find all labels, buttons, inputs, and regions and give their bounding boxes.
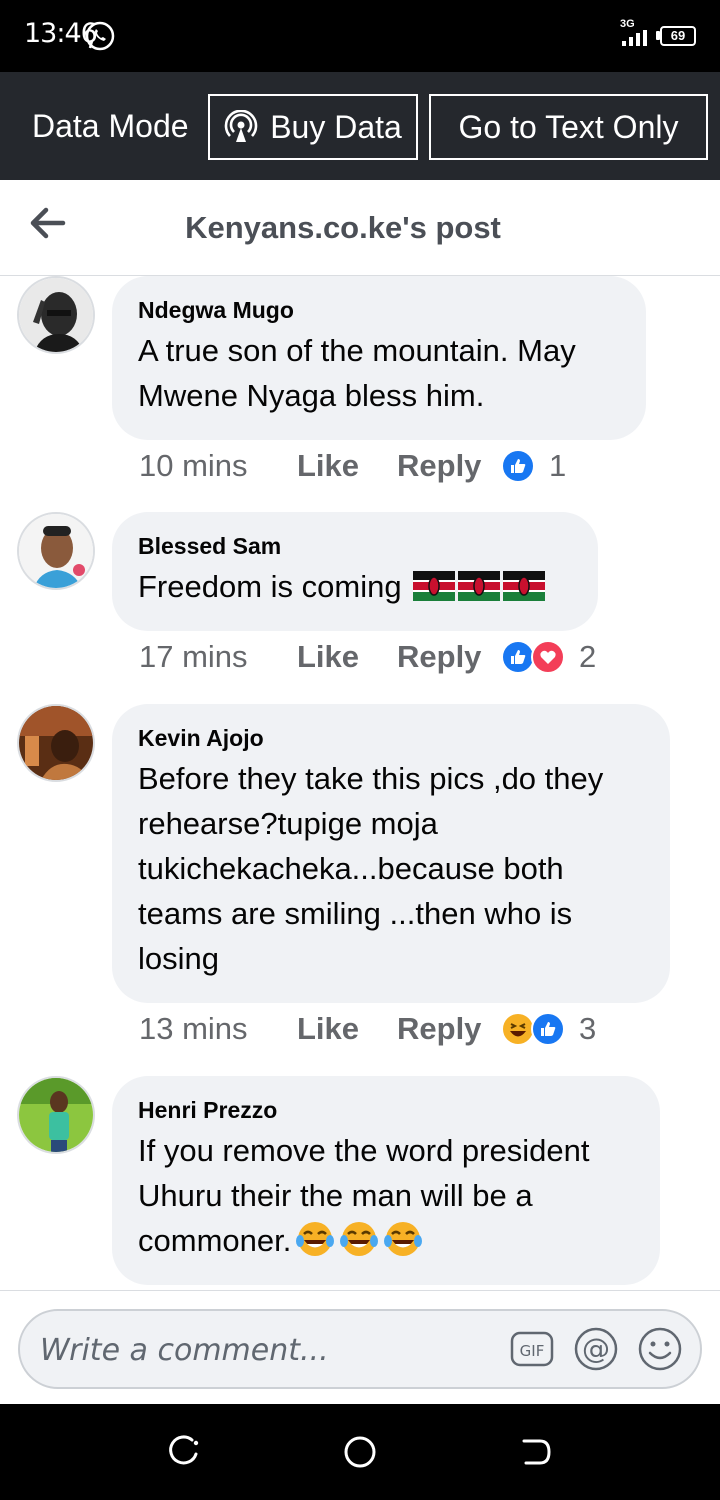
haha-reaction-icon xyxy=(501,1012,535,1046)
recent-apps-icon[interactable] xyxy=(166,1434,202,1470)
buy-data-label: Buy Data xyxy=(270,108,402,145)
tears-of-joy-icon xyxy=(384,1222,423,1256)
system-navigation-bar xyxy=(0,1404,720,1500)
comment-text: A true son of the mountain. May Mwene Ny… xyxy=(138,333,576,413)
kenya-flag-icon xyxy=(458,571,501,601)
gif-label: GIF xyxy=(520,1342,545,1360)
comment-time[interactable]: 10 mins xyxy=(139,448,297,484)
love-reaction-icon xyxy=(531,640,565,674)
reply-button[interactable]: Reply xyxy=(397,1011,501,1047)
svg-text:@: @ xyxy=(582,1332,610,1365)
text-only-button[interactable]: Go to Text Only xyxy=(429,94,708,160)
signal-icon xyxy=(622,30,647,46)
like-button[interactable]: Like xyxy=(297,639,397,675)
comment-time[interactable]: 17 mins xyxy=(139,639,297,675)
comment-input[interactable]: Write a comment... GIF @ xyxy=(18,1309,702,1389)
whatsapp-icon xyxy=(85,21,115,51)
like-reaction-icon xyxy=(501,640,535,674)
emoji-icon[interactable] xyxy=(636,1325,684,1373)
comment-time[interactable]: 13 mins xyxy=(139,1011,297,1047)
comment-actions: 13 mins Like Reply 3 xyxy=(139,1009,596,1049)
gif-icon[interactable]: GIF xyxy=(508,1325,556,1373)
broadcast-icon xyxy=(224,110,258,142)
comment-author[interactable]: Blessed Sam xyxy=(138,532,572,560)
comment-text-line: Freedom is coming xyxy=(138,564,572,609)
data-mode-label: Data Mode xyxy=(32,108,189,144)
comment-author[interactable]: Ndegwa Mugo xyxy=(138,296,620,324)
avatar[interactable] xyxy=(17,276,95,354)
kenya-flag-icon xyxy=(413,571,456,601)
comment-bubble: Blessed Sam Freedom is coming xyxy=(112,512,598,631)
text-only-label: Go to Text Only xyxy=(458,108,679,145)
avatar[interactable] xyxy=(17,704,95,782)
page-title: Kenyans.co.ke's post xyxy=(185,210,501,245)
reaction-count: 3 xyxy=(579,1011,597,1046)
data-mode-bar: Data Mode Buy Data Go to Text Only xyxy=(0,72,720,180)
avatar[interactable] xyxy=(17,1076,95,1154)
like-reaction-icon xyxy=(531,1012,565,1046)
comment-text: Before they take this pics ,do they rehe… xyxy=(138,761,604,976)
kenya-flag-icon xyxy=(503,571,546,601)
comment-text: Freedom is coming xyxy=(138,569,402,604)
like-reaction-icon xyxy=(501,449,535,483)
comment-actions: 10 mins Like Reply 1 xyxy=(139,446,566,486)
comment-bubble: Ndegwa Mugo A true son of the mountain. … xyxy=(112,276,646,440)
comment-bubble: Henri Prezzo If you remove the word pres… xyxy=(112,1076,660,1285)
reaction-summary[interactable]: 3 xyxy=(501,1011,596,1047)
reaction-summary[interactable]: 2 xyxy=(501,639,596,675)
comment-actions: 17 mins Like Reply 2 xyxy=(139,637,596,677)
home-icon[interactable] xyxy=(342,1434,378,1470)
buy-data-button[interactable]: Buy Data xyxy=(208,94,418,160)
mention-icon[interactable]: @ xyxy=(572,1325,620,1373)
like-button[interactable]: Like xyxy=(297,1011,397,1047)
reaction-count: 1 xyxy=(549,448,567,483)
comment-author[interactable]: Henri Prezzo xyxy=(138,1096,634,1124)
post-header: Kenyans.co.ke's post xyxy=(0,180,720,276)
tears-of-joy-icon xyxy=(296,1222,335,1256)
back-icon[interactable] xyxy=(518,1434,554,1470)
like-button[interactable]: Like xyxy=(297,448,397,484)
status-bar: 13:46 3G 69 xyxy=(0,0,720,72)
battery-icon: 69 xyxy=(660,26,696,46)
comment-placeholder: Write a comment... xyxy=(40,1333,329,1368)
network-type-label: 3G xyxy=(620,18,635,30)
comment-text-line: If you remove the word president Uhuru t… xyxy=(138,1128,634,1263)
avatar[interactable] xyxy=(17,512,95,590)
comment-composer: Write a comment... GIF @ xyxy=(0,1290,720,1404)
comment-author[interactable]: Kevin Ajojo xyxy=(138,724,644,752)
reaction-summary[interactable]: 1 xyxy=(501,448,566,484)
reaction-count: 2 xyxy=(579,639,597,674)
reply-button[interactable]: Reply xyxy=(397,639,501,675)
reply-button[interactable]: Reply xyxy=(397,448,501,484)
tears-of-joy-icon xyxy=(340,1222,379,1256)
comment-bubble: Kevin Ajojo Before they take this pics ,… xyxy=(112,704,670,1003)
